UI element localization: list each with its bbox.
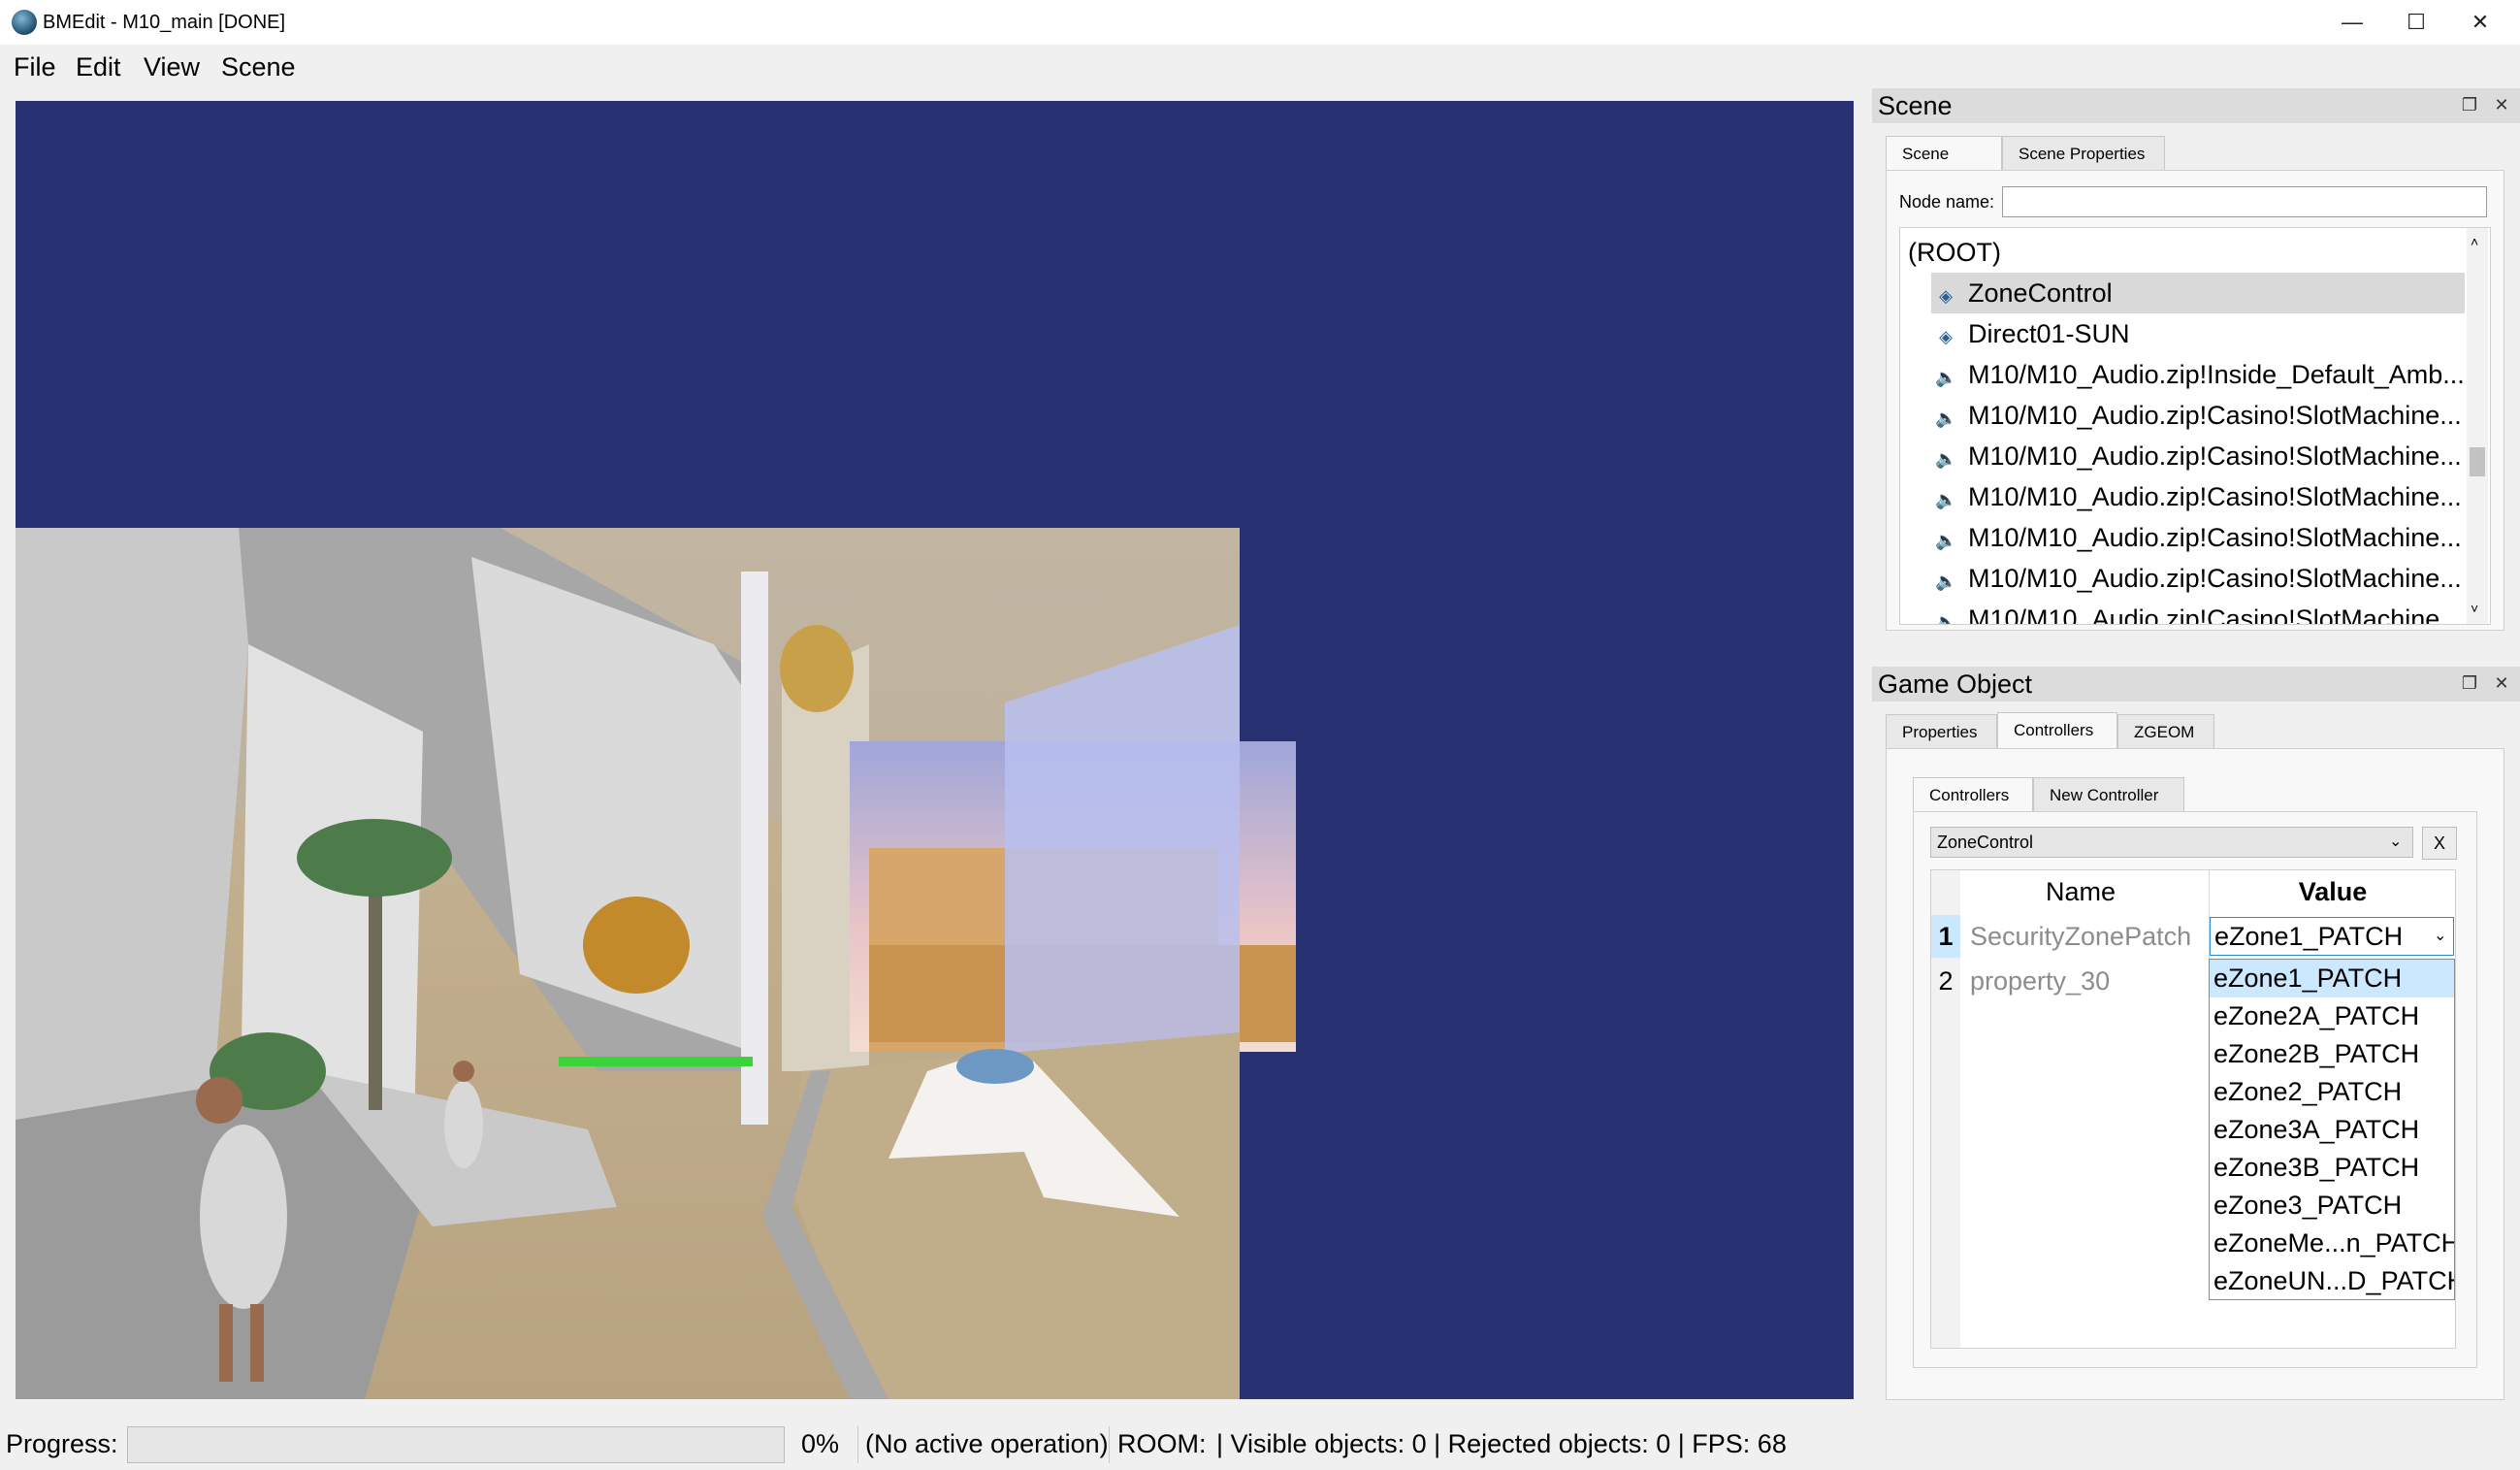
game-object-dock-title-text: Game Object — [1878, 670, 2033, 699]
tree-item-label: ZoneControl — [1968, 278, 2113, 308]
tree-item-label: M10/M10_Audio.zip!Casino!SlotMachine... — [1968, 523, 2462, 552]
controller-select[interactable]: ZoneControl ⌄ — [1930, 827, 2413, 858]
chevron-down-icon: ⌄ — [2434, 928, 2447, 944]
tree-item-label: M10/M10_Audio.zip!Casino!SlotMachine... — [1968, 441, 2462, 471]
progress-label: Progress: — [6, 1429, 118, 1458]
tree-item[interactable]: ◈ Direct01-SUN — [1931, 313, 2465, 354]
render-stats: | Visible objects: 0 | Rejected objects:… — [1216, 1429, 1787, 1458]
scene-viewport[interactable] — [16, 101, 1854, 1399]
tree-item-label: M10/M10_Audio.zip!Casino!SlotMachine... — [1968, 604, 2462, 625]
tab-controllers[interactable]: Controllers — [1997, 712, 2117, 749]
scene-dock-title: Scene — [1872, 88, 2520, 123]
progress-percent: 0% — [801, 1429, 840, 1458]
dropdown-option[interactable]: eZone2B_PATCH — [2210, 1035, 2454, 1073]
property-value: eZone1_PATCH — [2214, 922, 2404, 951]
title-bar: BMEdit - M10_main [DONE] — ☐ ✕ — [0, 0, 2520, 45]
window-title: BMEdit - M10_main [DONE] — [43, 12, 286, 33]
tree-item[interactable]: 🔈 M10/M10_Audio.zip!Casino!SlotMachine... — [1931, 395, 2465, 436]
node-name-label: Node name: — [1899, 192, 1995, 212]
float-icon[interactable]: ❐ — [2461, 96, 2478, 114]
tab-properties[interactable]: Properties — [1886, 714, 1997, 749]
dropdown-option[interactable]: eZoneMe...n_PATCH — [2210, 1225, 2454, 1262]
dropdown-option[interactable]: eZone3B_PATCH — [2210, 1149, 2454, 1187]
tree-item-label: M10/M10_Audio.zip!Inside_Default_Amb... — [1968, 360, 2465, 389]
dropdown-option[interactable]: eZoneUN...D_PATCH — [2210, 1262, 2454, 1299]
property-name: property_30 — [1970, 966, 2111, 996]
game-object-dock-title: Game Object — [1872, 667, 2520, 702]
column-header-name[interactable]: Name — [1962, 870, 2199, 913]
speaker-icon: 🔈 — [1935, 408, 1957, 428]
dropdown-option[interactable]: eZone2A_PATCH — [2210, 997, 2454, 1035]
dropdown-option[interactable]: eZone2_PATCH — [2210, 1073, 2454, 1111]
room-status: ROOM: — [1117, 1429, 1207, 1458]
subtab-new-controller[interactable]: New Controller — [2033, 777, 2184, 812]
tree-scrollbar[interactable]: ˄ ˅ — [2467, 228, 2488, 624]
controller-select-value: ZoneControl — [1937, 833, 2034, 852]
status-divider — [857, 1426, 858, 1463]
float-icon[interactable]: ❐ — [2461, 674, 2478, 692]
dropdown-option[interactable]: eZone3_PATCH — [2210, 1187, 2454, 1225]
remove-controller-button[interactable]: X — [2422, 827, 2457, 860]
value-dropdown-list[interactable]: eZone1_PATCH eZone2A_PATCH eZone2B_PATCH eZ… — [2209, 959, 2455, 1300]
tab-scene-properties[interactable]: Scene Properties — [2002, 136, 2165, 171]
speaker-icon: 🔈 — [1935, 572, 1957, 591]
status-divider — [1109, 1426, 1110, 1463]
operation-status: (No active operation) — [865, 1429, 1109, 1458]
menu-edit[interactable]: Edit — [70, 45, 127, 89]
tree-item-label: M10/M10_Audio.zip!Casino!SlotMachine... — [1968, 482, 2462, 511]
speaker-icon: 🔈 — [1935, 449, 1957, 469]
maximize-button[interactable]: ☐ — [2382, 0, 2450, 45]
column-header-value[interactable]: Value — [2210, 870, 2456, 913]
minimize-button[interactable]: — — [2318, 0, 2386, 45]
tree-item[interactable]: 🔈 M10/M10_Audio.zip!Casino!SlotMachine... — [1931, 476, 2465, 517]
cube-icon: ◈ — [1939, 327, 1953, 346]
tree-item[interactable]: 🔈 M10/M10_Audio.zip!Inside_Default_Amb... — [1931, 354, 2465, 395]
speaker-icon: 🔈 — [1935, 531, 1957, 550]
scroll-thumb[interactable] — [2470, 447, 2485, 476]
tree-item[interactable]: 🔈 M10/M10_Audio.zip!Casino!SlotMachine... — [1931, 436, 2465, 476]
close-icon[interactable]: ✕ — [2493, 674, 2510, 692]
tree-item-label: M10/M10_Audio.zip!Casino!SlotMachine... — [1968, 401, 2462, 430]
menu-bar: File Edit View Scene — [0, 45, 2520, 89]
tree-item[interactable]: 🔈 M10/M10_Audio.zip!Casino!SlotMachine... — [1931, 599, 2465, 625]
scene-dock-title-text: Scene — [1878, 91, 1953, 120]
cube-icon: ◈ — [1939, 286, 1953, 306]
tab-zgeom[interactable]: ZGEOM — [2117, 714, 2214, 749]
row-number: 1 — [1931, 915, 1960, 958]
scroll-down-icon[interactable]: ˅ — [2471, 601, 2478, 616]
dropdown-option[interactable]: eZone3A_PATCH — [2210, 1111, 2454, 1149]
property-name: SecurityZonePatch — [1970, 922, 2192, 951]
subtab-controllers[interactable]: Controllers — [1913, 777, 2033, 812]
tree-item-label: M10/M10_Audio.zip!Casino!SlotMachine... — [1968, 564, 2462, 593]
close-button[interactable]: ✕ — [2446, 0, 2514, 45]
scroll-up-icon[interactable]: ˄ — [2471, 234, 2478, 249]
menu-view[interactable]: View — [138, 45, 206, 89]
app-icon — [12, 10, 37, 35]
node-name-input[interactable] — [2002, 186, 2487, 217]
property-value-combobox[interactable]: eZone1_PATCH ⌄ — [2210, 917, 2454, 956]
tree-item[interactable]: 🔈 M10/M10_Audio.zip!Casino!SlotMachine... — [1931, 558, 2465, 599]
speaker-icon: 🔈 — [1935, 490, 1957, 509]
scene-tree[interactable]: (ROOT) ◈ ZoneControl ◈ Direct01-SUN 🔈 M10/M10… — [1899, 227, 2491, 625]
tree-item-label: Direct01-SUN — [1968, 319, 2130, 348]
close-icon[interactable]: ✕ — [2493, 96, 2510, 114]
status-bar: Progress: 0% (No active operation) ROOM:… — [0, 1419, 2520, 1470]
tree-item[interactable]: 🔈 M10/M10_Audio.zip!Casino!SlotMachine... — [1931, 517, 2465, 558]
tree-items: ◈ ZoneControl ◈ Direct01-SUN 🔈 M10/M10_Audio.… — [1931, 273, 2465, 625]
tab-scene-tree[interactable]: Scene Tree — [1886, 136, 2002, 198]
speaker-icon: 🔈 — [1935, 612, 1957, 625]
tree-item[interactable]: ◈ ZoneControl — [1931, 273, 2465, 313]
dropdown-option[interactable]: eZone1_PATCH — [2210, 960, 2454, 997]
chevron-down-icon: ⌄ — [2389, 833, 2403, 850]
menu-file[interactable]: File — [8, 45, 62, 89]
tree-root[interactable]: (ROOT) — [1908, 232, 2001, 273]
scene-render — [16, 528, 1296, 1399]
progress-bar — [127, 1426, 785, 1463]
row-number: 2 — [1938, 966, 1954, 996]
speaker-icon: 🔈 — [1935, 368, 1957, 387]
menu-scene[interactable]: Scene — [215, 45, 302, 89]
